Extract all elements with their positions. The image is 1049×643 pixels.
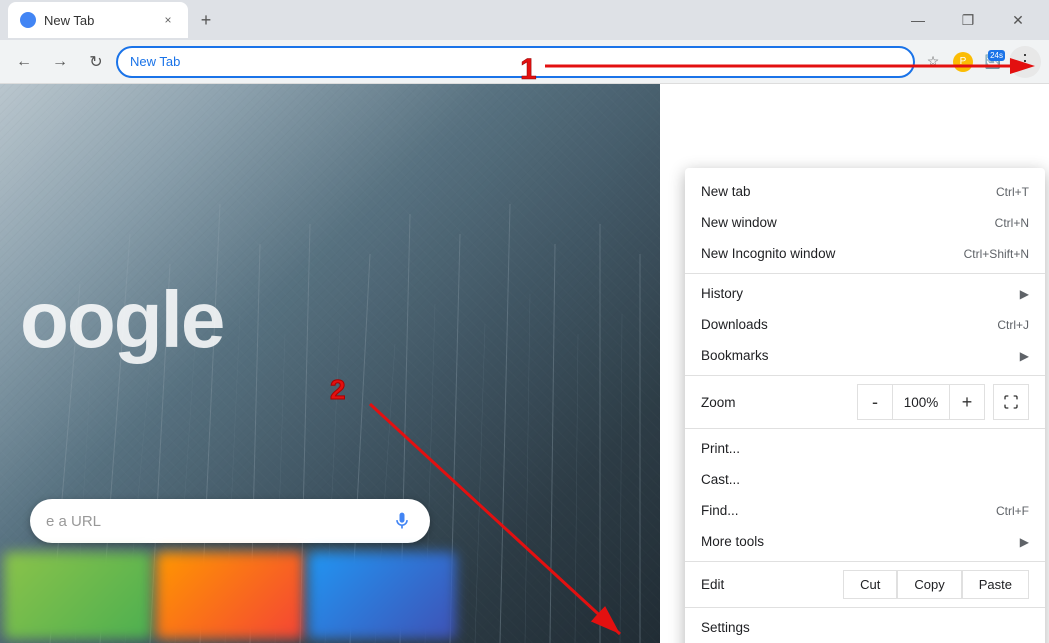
mic-icon[interactable] [390, 509, 414, 533]
menu-section-new: New tab Ctrl+T New window Ctrl+N New Inc… [685, 172, 1045, 274]
menu-item-settings[interactable]: Settings [685, 612, 1045, 643]
toolbar-right: ☆ P 🔄 24s ⋮ [919, 46, 1041, 78]
thumbnail-1[interactable] [4, 552, 152, 639]
menu-item-more-tools[interactable]: More tools ▶ [685, 526, 1045, 557]
back-button[interactable]: ← [8, 46, 40, 78]
address-bar[interactable]: New Tab [116, 46, 915, 78]
thumbnail-2[interactable] [156, 552, 304, 639]
edit-label: Edit [701, 577, 843, 592]
menu-item-bookmarks[interactable]: Bookmarks ▶ [685, 340, 1045, 371]
zoom-label: Zoom [701, 395, 857, 410]
edit-row: Edit Cut Copy Paste [685, 566, 1045, 603]
zoom-out-button[interactable]: - [857, 384, 893, 420]
menu-item-find[interactable]: Find... Ctrl+F [685, 495, 1045, 526]
forward-button[interactable]: → [44, 46, 76, 78]
menu-section-zoom: Zoom - 100% + [685, 376, 1045, 429]
menu-dots-icon: ⋮ [1016, 51, 1034, 72]
close-button[interactable]: ✕ [995, 5, 1041, 35]
google-logo: oogle [20, 274, 223, 366]
menu-section-nav: History ▶ Downloads Ctrl+J Bookmarks ▶ [685, 274, 1045, 376]
menu-section-settings: Settings Help ▶ [685, 608, 1045, 643]
zoom-in-button[interactable]: + [949, 384, 985, 420]
address-text: New Tab [130, 54, 180, 69]
copy-button[interactable]: Copy [897, 570, 961, 599]
chrome-menu: New tab Ctrl+T New window Ctrl+N New Inc… [685, 168, 1045, 643]
menu-item-downloads[interactable]: Downloads Ctrl+J [685, 309, 1045, 340]
zoom-control: - 100% + [857, 384, 985, 420]
bookmark-icon[interactable]: ☆ [919, 48, 947, 76]
maximize-button[interactable]: ❐ [945, 5, 991, 35]
zoom-row: Zoom - 100% + [685, 380, 1045, 424]
search-placeholder: e a URL [46, 513, 390, 530]
thumbnail-row [0, 548, 460, 643]
menu-item-new-window[interactable]: New window Ctrl+N [685, 207, 1045, 238]
cut-button[interactable]: Cut [843, 570, 897, 599]
edit-buttons: Cut Copy Paste [843, 570, 1029, 599]
menu-item-print[interactable]: Print... [685, 433, 1045, 464]
menu-section-tools: Print... Cast... Find... Ctrl+F More too… [685, 429, 1045, 562]
search-bar[interactable]: e a URL [30, 499, 430, 543]
menu-item-cast[interactable]: Cast... [685, 464, 1045, 495]
reload-button[interactable]: ↻ [80, 46, 112, 78]
title-bar: New Tab × + — ❐ ✕ [0, 0, 1049, 40]
browser-toolbar: ← → ↻ New Tab ☆ P 🔄 24s ⋮ [0, 40, 1049, 84]
menu-item-history[interactable]: History ▶ [685, 278, 1045, 309]
tab-close-button[interactable]: × [160, 12, 176, 28]
chrome-menu-button[interactable]: ⋮ [1009, 46, 1041, 78]
window-controls: — ❐ ✕ [895, 5, 1041, 35]
paste-button[interactable]: Paste [962, 570, 1029, 599]
fullscreen-button[interactable] [993, 384, 1029, 420]
browser-tab[interactable]: New Tab × [8, 2, 188, 38]
menu-item-new-tab[interactable]: New tab Ctrl+T [685, 176, 1045, 207]
menu-item-new-incognito[interactable]: New Incognito window Ctrl+Shift+N [685, 238, 1045, 269]
tab-title: New Tab [44, 13, 152, 28]
minimize-button[interactable]: — [895, 5, 941, 35]
menu-section-edit: Edit Cut Copy Paste [685, 562, 1045, 608]
notification-badge: 24s [988, 50, 1005, 61]
browser-page: oogle e a URL 2 New ta [0, 84, 1049, 643]
tab-favicon [20, 12, 36, 28]
profile-icon[interactable]: P [949, 48, 977, 76]
new-tab-button[interactable]: + [192, 6, 220, 34]
extension-icon-1[interactable]: 🔄 24s [979, 48, 1007, 76]
zoom-value: 100% [893, 384, 949, 420]
thumbnail-3[interactable] [308, 552, 456, 639]
